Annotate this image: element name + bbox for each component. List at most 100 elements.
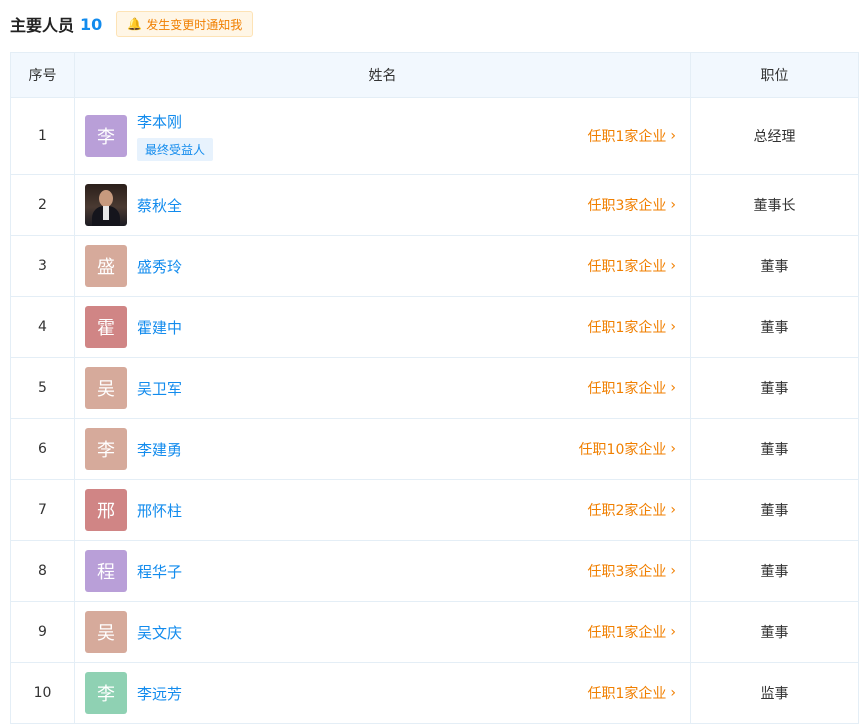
name-cell: 盛盛秀玲 任职1家企业 › bbox=[74, 235, 691, 297]
person-info: 李李远芳 任职1家企业 › bbox=[75, 663, 690, 723]
position-cell: 监事 bbox=[690, 662, 859, 724]
companies-link-label: 任职1家企业 bbox=[587, 320, 667, 336]
table-row: 2 蔡秋全 任职3家企业 › 董事长 bbox=[10, 174, 859, 236]
row-index: 10 bbox=[10, 662, 75, 724]
chevron-right-icon: › bbox=[670, 258, 676, 274]
avatar[interactable]: 吴 bbox=[85, 367, 127, 409]
table-row: 8 程程华子 任职3家企业 › 董事 bbox=[10, 540, 859, 602]
row-index: 2 bbox=[10, 174, 75, 236]
person-name-link[interactable]: 李远芳 bbox=[137, 683, 182, 704]
person-name-link[interactable]: 李本刚 bbox=[137, 111, 213, 132]
companies-link[interactable]: 任职1家企业 › bbox=[587, 256, 676, 276]
name-cell: 吴吴文庆 任职1家企业 › bbox=[74, 601, 691, 663]
name-block: 吴文庆 bbox=[137, 622, 182, 643]
people-table: 序号 姓名 职位 1 李李本刚 最终受益人 任职1家企业 › 总经理 2 蔡秋全 任职3家企业 ›… bbox=[10, 52, 859, 724]
chevron-right-icon: › bbox=[670, 319, 676, 335]
avatar[interactable]: 霍 bbox=[85, 306, 127, 348]
name-block: 李本刚 最终受益人 bbox=[137, 111, 214, 161]
avatar[interactable]: 程 bbox=[85, 550, 127, 592]
row-index: 1 bbox=[10, 97, 75, 175]
companies-link[interactable]: 任职10家企业 › bbox=[579, 439, 676, 459]
table-row: 4 霍霍建中 任职1家企业 › 董事 bbox=[10, 296, 859, 358]
name-block: 李远芳 bbox=[137, 683, 182, 704]
row-index: 6 bbox=[10, 418, 75, 480]
avatar-photo-shirt bbox=[103, 206, 109, 220]
person-name-link[interactable]: 吴文庆 bbox=[137, 622, 182, 643]
companies-link[interactable]: 任职2家企业 › bbox=[587, 500, 676, 520]
companies-link-label: 任职10家企业 bbox=[578, 442, 667, 458]
person-name-link[interactable]: 霍建中 bbox=[137, 317, 182, 338]
companies-link-label: 任职3家企业 bbox=[587, 564, 667, 580]
companies-link-label: 任职1家企业 bbox=[587, 625, 667, 641]
companies-link-label: 任职1家企业 bbox=[587, 381, 667, 397]
companies-link[interactable]: 任职1家企业 › bbox=[587, 622, 676, 642]
people-count: 10 bbox=[80, 14, 103, 34]
companies-link[interactable]: 任职3家企业 › bbox=[587, 195, 676, 215]
notify-on-change-button[interactable]: 🔔 发生变更时通知我 bbox=[116, 11, 254, 37]
column-header-position: 职位 bbox=[690, 52, 859, 98]
companies-link[interactable]: 任职1家企业 › bbox=[587, 683, 676, 703]
name-block: 邢怀柱 bbox=[137, 500, 182, 521]
section-title: 主要人员 bbox=[10, 16, 75, 35]
row-index: 5 bbox=[10, 357, 75, 419]
companies-link[interactable]: 任职3家企业 › bbox=[587, 561, 676, 581]
avatar[interactable]: 李 bbox=[85, 428, 127, 470]
person-info: 李李建勇 任职10家企业 › bbox=[75, 419, 690, 479]
name-cell: 吴吴卫军 任职1家企业 › bbox=[74, 357, 691, 419]
name-cell: 程程华子 任职3家企业 › bbox=[74, 540, 691, 602]
companies-link[interactable]: 任职1家企业 › bbox=[587, 317, 676, 337]
person-name-link[interactable]: 程华子 bbox=[137, 561, 182, 582]
person-name-link[interactable]: 李建勇 bbox=[137, 439, 182, 460]
name-cell: 李李远芳 任职1家企业 › bbox=[74, 662, 691, 724]
position-cell: 董事 bbox=[690, 418, 859, 480]
name-block: 程华子 bbox=[137, 561, 182, 582]
chevron-right-icon: › bbox=[670, 624, 676, 640]
table-row: 3 盛盛秀玲 任职1家企业 › 董事 bbox=[10, 235, 859, 297]
position-cell: 董事 bbox=[690, 601, 859, 663]
table-row: 10 李李远芳 任职1家企业 › 监事 bbox=[10, 662, 859, 724]
name-block: 蔡秋全 bbox=[137, 195, 182, 216]
avatar[interactable]: 李 bbox=[85, 115, 127, 157]
person-name-link[interactable]: 吴卫军 bbox=[137, 378, 182, 399]
person-info: 吴吴卫军 任职1家企业 › bbox=[75, 358, 690, 418]
avatar-photo-face bbox=[99, 190, 113, 207]
position-cell: 董事 bbox=[690, 540, 859, 602]
table-row: 9 吴吴文庆 任职1家企业 › 董事 bbox=[10, 601, 859, 663]
avatar[interactable]: 吴 bbox=[85, 611, 127, 653]
person-info: 盛盛秀玲 任职1家企业 › bbox=[75, 236, 690, 296]
avatar[interactable]: 李 bbox=[85, 672, 127, 714]
row-index: 4 bbox=[10, 296, 75, 358]
companies-link-label: 任职2家企业 bbox=[587, 503, 667, 519]
companies-link[interactable]: 任职1家企业 › bbox=[587, 126, 676, 146]
table-row: 5 吴吴卫军 任职1家企业 › 董事 bbox=[10, 357, 859, 419]
row-index: 9 bbox=[10, 601, 75, 663]
chevron-right-icon: › bbox=[670, 685, 676, 701]
person-name-link[interactable]: 盛秀玲 bbox=[137, 256, 182, 277]
person-name-link[interactable]: 邢怀柱 bbox=[137, 500, 182, 521]
table-row: 1 李李本刚最终受益人 任职1家企业 › 总经理 bbox=[10, 97, 859, 175]
column-header-name: 姓名 bbox=[74, 52, 691, 98]
person-name-link[interactable]: 蔡秋全 bbox=[137, 195, 182, 216]
column-header-index: 序号 bbox=[10, 52, 75, 98]
name-block: 吴卫军 bbox=[137, 378, 182, 399]
position-cell: 总经理 bbox=[690, 97, 859, 175]
person-info: 霍霍建中 任职1家企业 › bbox=[75, 297, 690, 357]
position-cell: 董事 bbox=[690, 479, 859, 541]
avatar[interactable]: 邢 bbox=[85, 489, 127, 531]
position-cell: 董事 bbox=[690, 357, 859, 419]
name-cell: 霍霍建中 任职1家企业 › bbox=[74, 296, 691, 358]
avatar-photo[interactable] bbox=[85, 184, 127, 226]
beneficiary-badge: 最终受益人 bbox=[137, 138, 214, 161]
row-index: 7 bbox=[10, 479, 75, 541]
name-cell: 李李建勇 任职10家企业 › bbox=[74, 418, 691, 480]
name-cell: 李李本刚最终受益人 任职1家企业 › bbox=[74, 97, 691, 175]
person-info: 蔡秋全 任职3家企业 › bbox=[75, 175, 690, 235]
name-cell: 邢邢怀柱 任职2家企业 › bbox=[74, 479, 691, 541]
name-block: 盛秀玲 bbox=[137, 256, 182, 277]
position-cell: 董事 bbox=[690, 235, 859, 297]
person-info: 吴吴文庆 任职1家企业 › bbox=[75, 602, 690, 662]
bell-icon: 🔔 bbox=[127, 17, 143, 31]
companies-link[interactable]: 任职1家企业 › bbox=[587, 378, 676, 398]
avatar[interactable]: 盛 bbox=[85, 245, 127, 287]
section-header: 主要人员 10 🔔 发生变更时通知我 bbox=[10, 10, 254, 38]
